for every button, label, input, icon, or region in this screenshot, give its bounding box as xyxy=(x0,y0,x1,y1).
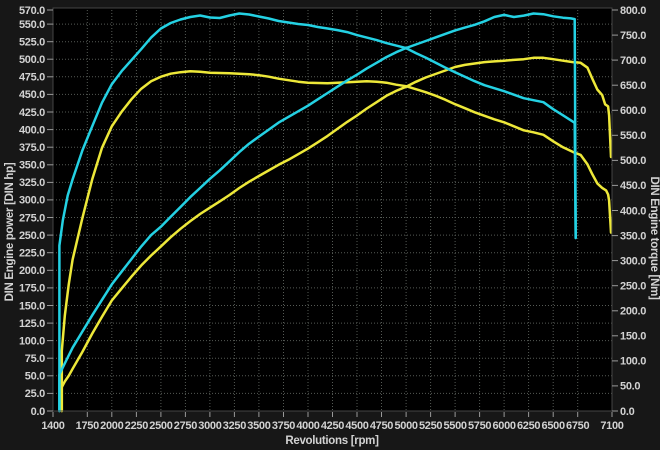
left-tick-label: 0.0 xyxy=(31,406,46,418)
dyno-chart-canvas: 570.0 550.0 525.0 500.0 475.0 450.0 425.0 400.0… xyxy=(0,0,660,450)
x-tick-label: 5750 xyxy=(468,420,491,432)
x-tick-label: 7100 xyxy=(600,420,623,432)
left-tick-label: 150.0 xyxy=(19,300,45,312)
left-tick-label: 325.0 xyxy=(19,177,45,189)
right-tick-label: 450.0 xyxy=(620,180,646,192)
right-tick-label: 250.0 xyxy=(620,281,646,293)
left-tick-label: 225.0 xyxy=(19,248,45,260)
x-tick-label: 6000 xyxy=(492,420,515,432)
x-tick-label: 1750 xyxy=(76,420,99,432)
left-tick-label: 475.0 xyxy=(19,72,45,84)
x-tick-label: 6500 xyxy=(542,420,565,432)
left-tick-label: 125.0 xyxy=(19,318,45,330)
x-tick-label: 2750 xyxy=(174,420,197,432)
right-tick-label: 600.0 xyxy=(620,105,646,117)
right-tick-label: 50.0 xyxy=(620,381,640,393)
right-axis-title: DIN Engine torque [Nm] xyxy=(648,176,660,300)
left-tick-label: 450.0 xyxy=(19,89,45,101)
right-tick-label: 550.0 xyxy=(620,130,646,142)
left-axis-title: DIN Engine power [DIN hp] xyxy=(4,162,16,301)
left-tick-label: 425.0 xyxy=(19,107,45,119)
x-tick-label: 4000 xyxy=(296,420,319,432)
right-tick-label: 0.0 xyxy=(620,406,635,418)
left-tick-label: 200.0 xyxy=(19,265,45,277)
x-tick-label: 6250 xyxy=(517,420,540,432)
x-tick-label: 5500 xyxy=(443,420,466,432)
x-tick-label: 5000 xyxy=(394,420,417,432)
x-tick-label: 4500 xyxy=(345,420,368,432)
x-tick-label: 4250 xyxy=(321,420,344,432)
left-tick-label: 500.0 xyxy=(19,54,45,66)
left-tick-label: 550.0 xyxy=(19,19,45,31)
right-tick-label: 400.0 xyxy=(620,205,646,217)
right-tick-label: 500.0 xyxy=(620,155,646,167)
x-tick-label: 6750 xyxy=(566,420,589,432)
left-tick-label: 300.0 xyxy=(19,195,45,207)
x-axis-title: Revolutions [rpm] xyxy=(285,435,379,447)
right-tick-label: 100.0 xyxy=(620,356,646,368)
right-tick-label: 300.0 xyxy=(620,255,646,267)
x-tick-label: 4750 xyxy=(370,420,393,432)
left-tick-label: 525.0 xyxy=(19,37,45,49)
right-tick-label: 650.0 xyxy=(620,80,646,92)
x-tick-label: 3000 xyxy=(198,420,221,432)
x-tick-label: 3750 xyxy=(272,420,295,432)
left-tick-label: 50.0 xyxy=(25,371,45,383)
right-tick-label: 750.0 xyxy=(620,30,646,42)
right-tick-label: 350.0 xyxy=(620,230,646,242)
left-tick-label: 75.0 xyxy=(25,353,45,365)
right-tick-label: 150.0 xyxy=(620,331,646,343)
right-tick-label: 700.0 xyxy=(620,55,646,67)
right-tick-label: 800.0 xyxy=(620,5,646,17)
dyno-chart: 570.0 550.0 525.0 500.0 475.0 450.0 425.0 400.0… xyxy=(0,0,660,450)
left-tick-label: 25.0 xyxy=(25,388,45,400)
left-tick-label: 400.0 xyxy=(19,124,45,136)
x-tick-label: 2250 xyxy=(125,420,148,432)
x-tick-label: 5250 xyxy=(419,420,442,432)
x-tick-label: 3500 xyxy=(247,420,270,432)
left-tick-label: 375.0 xyxy=(19,142,45,154)
right-tick-label: 200.0 xyxy=(620,306,646,318)
x-tick-label: 2500 xyxy=(149,420,172,432)
x-tick-label: 3250 xyxy=(223,420,246,432)
x-tick-label: 2000 xyxy=(100,420,123,432)
left-tick-label: 175.0 xyxy=(19,283,45,295)
left-tick-label: 570.0 xyxy=(19,5,45,17)
x-tick-label: 1400 xyxy=(41,420,64,432)
left-tick-label: 275.0 xyxy=(19,212,45,224)
left-tick-label: 100.0 xyxy=(19,335,45,347)
left-tick-label: 250.0 xyxy=(19,230,45,242)
plot-area xyxy=(53,8,612,411)
left-tick-label: 350.0 xyxy=(19,160,45,172)
